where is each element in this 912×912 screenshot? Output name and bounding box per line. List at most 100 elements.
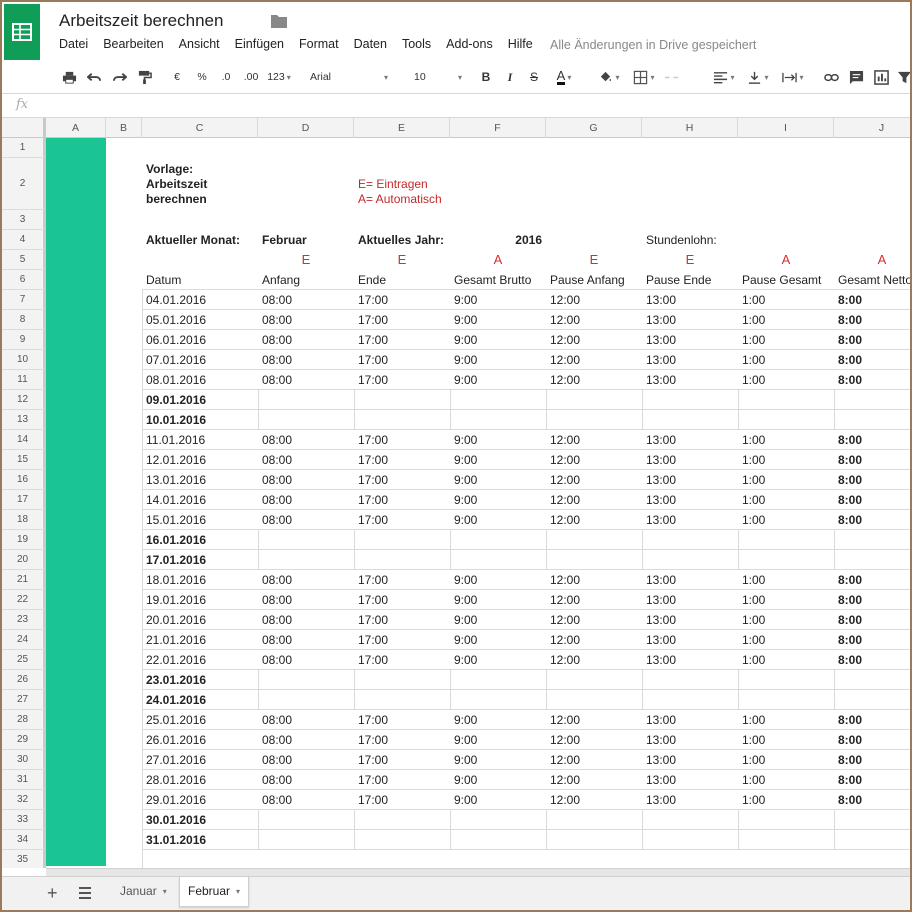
print-icon[interactable] [60,68,78,86]
menu-daten[interactable]: Daten [354,37,387,55]
row-header-31[interactable]: 31 [2,770,46,790]
time-cell-pause-anfang[interactable]: 12:00 [550,793,580,807]
column-header-a[interactable]: A [46,118,106,138]
time-cell-netto[interactable]: 8:00 [838,353,862,367]
document-title[interactable]: Arbeitszeit berechnen [59,11,223,31]
date-cell[interactable]: 21.01.2016 [146,633,206,647]
row-header-12[interactable]: 12 [2,390,46,410]
row-header-17[interactable]: 17 [2,490,46,510]
time-cell-pause-ende[interactable]: 13:00 [646,733,676,747]
time-cell-anfang[interactable]: 08:00 [262,353,292,367]
date-cell[interactable]: 15.01.2016 [146,513,206,527]
time-cell-pause-gesamt[interactable]: 1:00 [742,513,765,527]
time-cell-pause-anfang[interactable]: 12:00 [550,573,580,587]
row-header-29[interactable]: 29 [2,730,46,750]
row-header-3[interactable]: 3 [2,210,46,230]
time-cell-pause-ende[interactable]: 13:00 [646,713,676,727]
time-cell-ende[interactable]: 17:00 [358,773,388,787]
time-cell-brutto[interactable]: 9:00 [454,753,477,767]
row-header-23[interactable]: 23 [2,610,46,630]
time-cell-ende[interactable]: 17:00 [358,353,388,367]
time-cell-netto[interactable]: 8:00 [838,613,862,627]
time-cell-anfang[interactable]: 08:00 [262,593,292,607]
column-header-h[interactable]: H [642,118,738,138]
time-cell-pause-anfang[interactable]: 12:00 [550,313,580,327]
time-cell-brutto[interactable]: 9:00 [454,593,477,607]
horizontal-scrollbar[interactable] [46,868,910,876]
fill-color-button[interactable]: ▾ [594,68,624,86]
time-cell-pause-gesamt[interactable]: 1:00 [742,613,765,627]
date-cell[interactable]: 22.01.2016 [146,653,206,667]
time-cell-pause-gesamt[interactable]: 1:00 [742,373,765,387]
time-cell-netto[interactable]: 8:00 [838,773,862,787]
time-cell-ende[interactable]: 17:00 [358,433,388,447]
menu-hilfe[interactable]: Hilfe [508,37,533,55]
column-header-c[interactable]: C [142,118,258,138]
row-header-34[interactable]: 34 [2,830,46,850]
weekend-date-cell[interactable]: 30.01.2016 [146,813,206,827]
time-cell-anfang[interactable]: 08:00 [262,713,292,727]
time-cell-pause-gesamt[interactable]: 1:00 [742,633,765,647]
date-cell[interactable]: 25.01.2016 [146,713,206,727]
time-cell-pause-anfang[interactable]: 12:00 [550,593,580,607]
time-cell-ende[interactable]: 17:00 [358,293,388,307]
row-header-19[interactable]: 19 [2,530,46,550]
time-cell-pause-anfang[interactable]: 12:00 [550,333,580,347]
menu-format[interactable]: Format [299,37,339,55]
weekend-date-cell[interactable]: 09.01.2016 [146,393,206,407]
date-cell[interactable]: 29.01.2016 [146,793,206,807]
date-cell[interactable]: 06.01.2016 [146,333,206,347]
time-cell-anfang[interactable]: 08:00 [262,513,292,527]
time-cell-anfang[interactable]: 08:00 [262,753,292,767]
time-cell-brutto[interactable]: 9:00 [454,733,477,747]
time-cell-pause-gesamt[interactable]: 1:00 [742,473,765,487]
time-cell-ende[interactable]: 17:00 [358,333,388,347]
row-header-30[interactable]: 30 [2,750,46,770]
column-header-b[interactable]: B [106,118,142,138]
weekend-date-cell[interactable]: 10.01.2016 [146,413,206,427]
time-cell-netto[interactable]: 8:00 [838,633,862,647]
time-cell-pause-ende[interactable]: 13:00 [646,613,676,627]
column-header-g[interactable]: G [546,118,642,138]
time-cell-pause-ende[interactable]: 13:00 [646,793,676,807]
time-cell-pause-gesamt[interactable]: 1:00 [742,713,765,727]
time-cell-ende[interactable]: 17:00 [358,613,388,627]
menu-datei[interactable]: Datei [59,37,88,55]
date-cell[interactable]: 27.01.2016 [146,753,206,767]
time-cell-pause-gesamt[interactable]: 1:00 [742,293,765,307]
time-cell-pause-ende[interactable]: 13:00 [646,633,676,647]
date-cell[interactable]: 28.01.2016 [146,773,206,787]
time-cell-anfang[interactable]: 08:00 [262,433,292,447]
menu-ansicht[interactable]: Ansicht [179,37,220,55]
weekend-date-cell[interactable]: 17.01.2016 [146,553,206,567]
row-header-11[interactable]: 11 [2,370,46,390]
column-header-j[interactable]: J [834,118,910,138]
row-header-18[interactable]: 18 [2,510,46,530]
time-cell-pause-gesamt[interactable]: 1:00 [742,333,765,347]
time-cell-anfang[interactable]: 08:00 [262,333,292,347]
time-cell-brutto[interactable]: 9:00 [454,653,477,667]
row-header-13[interactable]: 13 [2,410,46,430]
merge-cells-icon[interactable] [662,68,680,86]
row-header-33[interactable]: 33 [2,810,46,830]
time-cell-pause-anfang[interactable]: 12:00 [550,353,580,367]
time-cell-pause-anfang[interactable]: 12:00 [550,733,580,747]
text-wrap-button[interactable]: ▾ [778,68,808,86]
time-cell-pause-anfang[interactable]: 12:00 [550,613,580,627]
time-cell-anfang[interactable]: 08:00 [262,633,292,647]
row-header-4[interactable]: 4 [2,230,46,250]
date-cell[interactable]: 14.01.2016 [146,493,206,507]
save-status[interactable]: Alle Änderungen in Drive gespeichert [550,38,756,52]
time-cell-pause-ende[interactable]: 13:00 [646,493,676,507]
time-cell-pause-anfang[interactable]: 12:00 [550,433,580,447]
time-cell-netto[interactable]: 8:00 [838,793,862,807]
horizontal-align-button[interactable]: ▾ [709,68,739,86]
date-cell[interactable]: 13.01.2016 [146,473,206,487]
row-header-32[interactable]: 32 [2,790,46,810]
date-cell[interactable]: 08.01.2016 [146,373,206,387]
date-cell[interactable]: 07.01.2016 [146,353,206,367]
row-header-21[interactable]: 21 [2,570,46,590]
column-header-i[interactable]: I [738,118,834,138]
time-cell-netto[interactable]: 8:00 [838,433,862,447]
menu-tools[interactable]: Tools [402,37,431,55]
